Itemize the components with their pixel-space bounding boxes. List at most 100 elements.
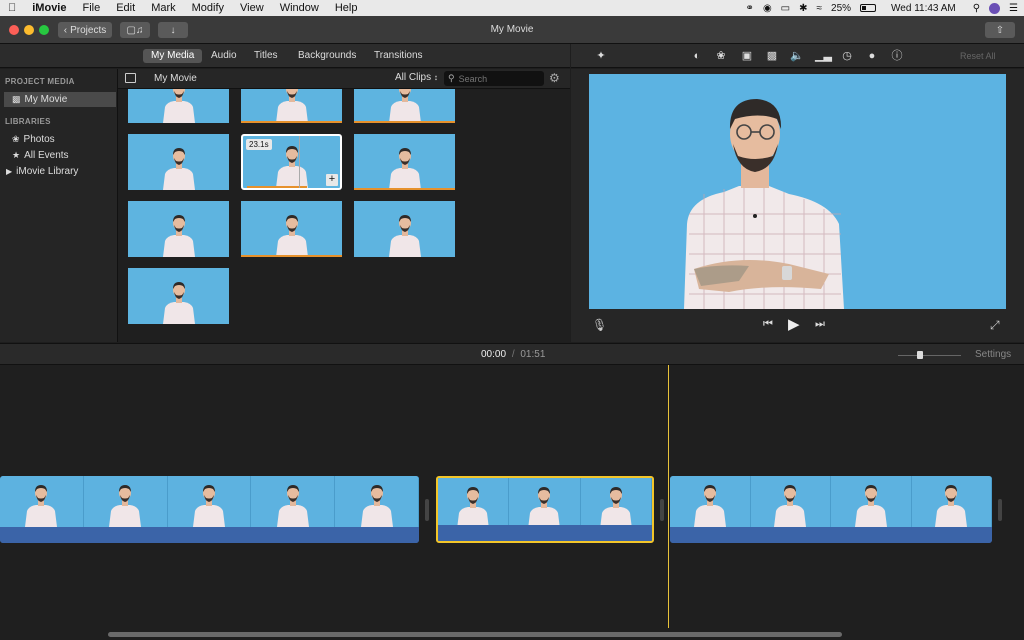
volume-icon[interactable]: 🔈 [790,49,804,63]
apple-icon[interactable]:  [0,0,24,16]
add-to-timeline-icon[interactable]: + [326,174,338,186]
disclosure-triangle-icon[interactable]: ▶ [6,164,12,179]
tab-backgrounds[interactable]: Backgrounds [290,49,364,63]
bluetooth-icon[interactable]: ✱ [799,3,807,14]
person-figure [598,483,634,529]
clip-frames [670,476,992,527]
search-field[interactable]: ⚲ [444,71,544,86]
stabilization-camera-icon[interactable]: ▩ [765,49,779,63]
video-frame [167,476,252,527]
libraries-header: LIBRARIES [5,117,51,126]
person-figure [853,481,889,527]
tab-titles[interactable]: Titles [246,49,286,63]
menu-modify[interactable]: Modify [184,0,232,16]
creative-cloud-icon[interactable]: ⚭ [746,3,754,14]
person-figure [23,481,59,527]
menu-view[interactable]: View [232,0,272,16]
timeline-clip[interactable] [670,476,992,543]
sidebar-item-all-events[interactable]: ★ All Events [4,148,116,163]
preview-screen[interactable] [589,74,1006,309]
search-input[interactable] [458,73,537,84]
sidebar-item-photos[interactable]: ❀ Photos [4,132,116,147]
person-figure [161,89,197,123]
media-clip[interactable] [128,268,229,324]
fullscreen-icon[interactable]: ⤢ [990,318,1000,333]
media-clip[interactable] [354,134,455,190]
person-figure [161,211,197,257]
settings-button[interactable]: Settings [975,349,1011,360]
sidebar-item-imovie-library[interactable]: ▶ iMovie Library [4,164,116,179]
magic-wand-icon[interactable]: ✦ [594,49,608,63]
play-icon[interactable]: ▶ [788,315,800,333]
clock[interactable]: Wed 11:43 AM [891,3,956,14]
color-balance-icon[interactable]: ◐ [690,49,704,63]
browser-header: My Movie All Clips ↕ ⚲ ⚙ [118,69,570,89]
gear-icon[interactable]: ⚙ [549,71,560,85]
clip-frames [438,478,652,529]
video-frame [580,478,652,529]
share-icon: ⇧ [995,24,1005,36]
used-clip-indicator [354,121,455,123]
skip-back-icon[interactable]: ⏮ [763,318,773,331]
person-figure [274,89,310,123]
airplay-icon[interactable]: ▭ [781,3,790,14]
user-avatar-icon[interactable] [989,2,1001,14]
sidebar-item-my-movie[interactable]: ▩ My Movie [4,92,116,107]
crop-icon[interactable]: ▣ [740,49,754,63]
library-sidebar: PROJECT MEDIA ▩ My Movie LIBRARIES ❀ Pho… [0,69,118,342]
browser-title: My Movie [154,73,197,84]
person-figure [275,481,311,527]
notification-center-icon[interactable]: ☰ [1009,3,1018,14]
timeline-clip-selected[interactable] [436,476,654,543]
status-circle-icon[interactable]: ◉ [763,3,772,14]
clapper-icon: ▩ [12,94,21,104]
timeline-clip[interactable] [0,476,419,543]
tab-my-media[interactable]: My Media [143,49,203,63]
spotlight-search-icon[interactable]: ⚲ [973,3,980,14]
clip-end-handle[interactable] [998,499,1002,521]
person-figure [387,211,423,257]
microphone-icon[interactable]: 🎙 [592,318,607,332]
sidebar-toggle-icon[interactable] [125,73,136,83]
video-frame [670,476,751,527]
menu-bar:  iMovie File Edit Mark Modify View Wind… [0,0,1024,16]
wifi-icon[interactable]: ≈ [817,3,823,14]
star-icon: ★ [12,150,21,160]
viewer-toolbar: ✦ ◐ ❀ ▣ ▩ 🔈 ▁▃ ◷ ● ⓘ Reset All [571,44,1024,68]
playhead[interactable] [668,365,669,628]
media-clip-selected[interactable]: 23.1s + [241,134,342,190]
clip-filter-dropdown[interactable]: All Clips ↕ [395,72,438,83]
clip-gap-handle[interactable] [425,499,429,521]
person-figure [526,483,562,529]
tab-transitions[interactable]: Transitions [366,49,431,63]
project-media-header: PROJECT MEDIA [5,77,75,86]
horizontal-scrollbar[interactable] [108,632,842,637]
menu-file[interactable]: File [74,0,108,16]
reset-all-button[interactable]: Reset All [960,51,996,61]
filter-icon[interactable]: ● [865,49,879,63]
tab-audio[interactable]: Audio [203,49,245,63]
media-clip[interactable] [354,201,455,257]
menu-app-name[interactable]: iMovie [24,0,74,16]
menu-mark[interactable]: Mark [143,0,183,16]
clip-gap-handle[interactable] [660,499,664,521]
speed-icon[interactable]: ◷ [840,49,854,63]
menu-window[interactable]: Window [272,0,327,16]
zoom-slider[interactable] [898,351,961,359]
battery-icon[interactable] [860,4,877,12]
media-clip[interactable] [128,201,229,257]
media-clip[interactable] [241,201,342,257]
current-time: 00:00 [481,349,507,360]
info-icon[interactable]: ⓘ [890,49,904,63]
color-palette-icon[interactable]: ❀ [714,49,728,63]
zoom-slider-knob[interactable] [917,351,923,359]
media-clip[interactable] [128,134,229,190]
equalizer-icon[interactable]: ▁▃ [815,49,832,63]
share-button[interactable]: ⇧ [985,22,1015,38]
media-clip[interactable] [128,89,229,123]
menu-edit[interactable]: Edit [108,0,143,16]
menu-help[interactable]: Help [327,0,366,16]
media-clip[interactable] [354,89,455,123]
skip-forward-icon[interactable]: ⏭ [815,318,825,331]
media-clip[interactable] [241,89,342,123]
